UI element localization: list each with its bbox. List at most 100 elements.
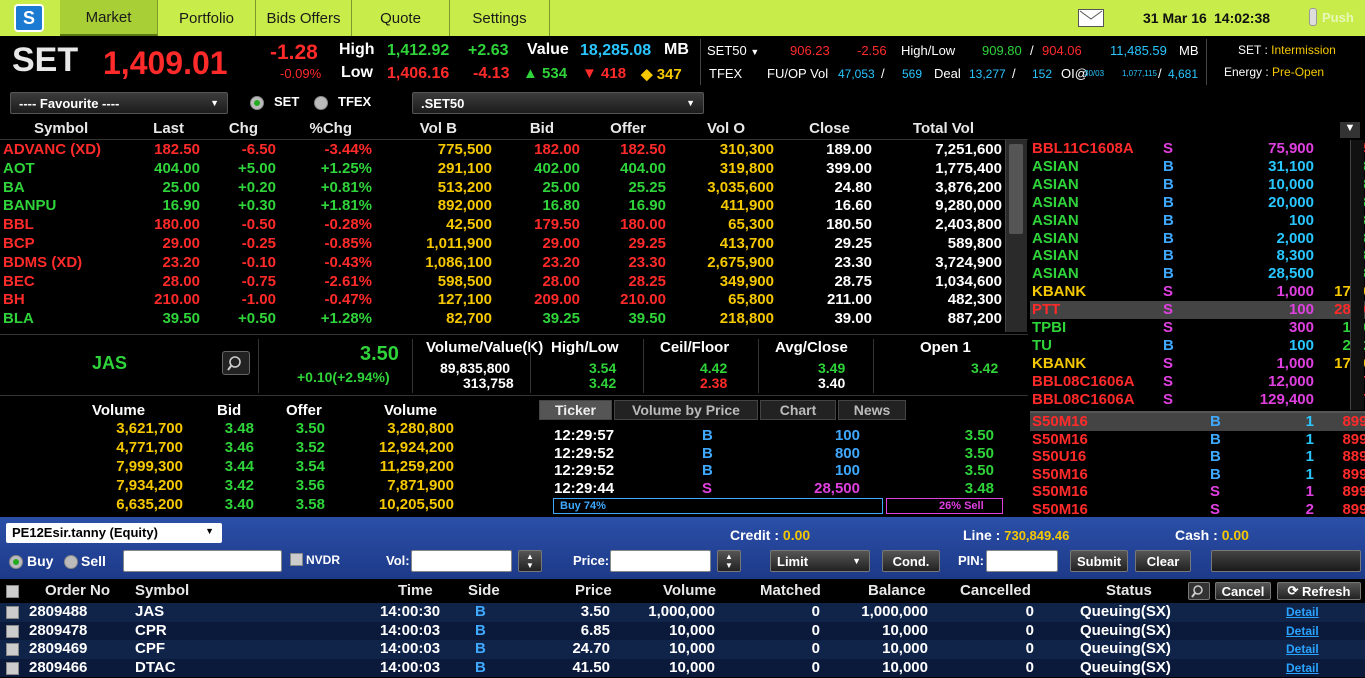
col-order-volume[interactable]: Volume (663, 582, 716, 599)
col-symbol[interactable]: Symbol (34, 120, 88, 137)
table-row[interactable]: BLA 39.50 +0.50 +1.28% 82,700 39.25 39.50 218,8… (0, 310, 1028, 329)
col-chg[interactable]: Chg (218, 120, 258, 137)
volume-stepper[interactable]: ▲ ▼ (518, 550, 542, 572)
blank-button[interactable] (1211, 550, 1361, 572)
table-row[interactable]: BBL 180.00 -0.50 -0.28% 42,500 179.50 180.00 65… (0, 216, 1028, 235)
scrollbar-thumb[interactable] (1009, 144, 1023, 234)
col-order-time[interactable]: Time (398, 582, 433, 599)
order-row[interactable]: 2809488 JAS 14:00:30 B 3.50 1,000,000 0 1,000,0… (0, 603, 1365, 622)
table-row[interactable]: BA 25.00 +0.20 +0.81% 513,200 25.00 25.25 3,035… (0, 179, 1028, 198)
cond-button[interactable]: Cond. (882, 550, 940, 572)
table-row[interactable]: BEC 28.00 -0.75 -2.61% 598,500 28.00 28.25 349,… (0, 273, 1028, 292)
offer-price: 3.58 (295, 496, 325, 513)
trade-row: ASIANB1004.86▲ (1030, 212, 1365, 230)
filter-icon[interactable]: ▼ (1340, 122, 1360, 138)
col-totalvol[interactable]: Total Vol (900, 120, 974, 137)
bid-offer-row[interactable]: 6,635,200 3.40 3.58 10,205,500 (0, 496, 534, 515)
col-pctchg[interactable]: %Chg (300, 120, 353, 137)
radio-tfex[interactable] (314, 96, 328, 110)
col-order-no[interactable]: Order No (45, 582, 110, 599)
detail-link[interactable]: Detail (1286, 624, 1319, 638)
col-order-balance[interactable]: Balance (868, 582, 926, 599)
order-checkbox[interactable] (6, 606, 19, 619)
detail-link[interactable]: Detail (1286, 661, 1319, 675)
tab-quote[interactable]: Quote (352, 0, 450, 36)
tab-volume-by-price[interactable]: Volume by Price (614, 400, 758, 420)
tab-portfolio[interactable]: Portfolio (158, 0, 256, 36)
divider (643, 339, 644, 393)
col-order-symbol[interactable]: Symbol (135, 582, 189, 599)
table-row[interactable]: BCP 29.00 -0.25 -0.85% 1,011,900 29.00 29.25 41… (0, 235, 1028, 254)
table-row[interactable]: AOT 404.00 +5.00 +1.25% 291,100 402.00 404.00 3… (0, 160, 1028, 179)
favourite-dropdown[interactable]: ---- Favourite ---- ▼ (10, 92, 228, 114)
order-checkbox[interactable] (6, 661, 19, 675)
trade-symbol: S50U16 (1032, 448, 1087, 466)
volume-input[interactable] (411, 550, 512, 572)
select-all-checkbox[interactable] (6, 585, 19, 598)
col-volo[interactable]: Vol O (700, 120, 745, 137)
chevron-down-icon: ▼ (852, 556, 861, 566)
tab-news[interactable]: News (838, 400, 906, 420)
bid-offer-row[interactable]: 3,621,700 3.48 3.50 3,280,800 (0, 420, 534, 439)
col-order-cancelled[interactable]: Cancelled (960, 582, 1031, 599)
trade-symbol: TU (1032, 336, 1052, 354)
radio-sell[interactable] (64, 555, 78, 569)
pin-input[interactable] (986, 550, 1058, 572)
col-order-matched[interactable]: Matched (760, 582, 821, 599)
search-icon[interactable] (1188, 582, 1210, 600)
oi-2: 4,681 (1168, 67, 1199, 81)
tab-ticker[interactable]: Ticker (539, 400, 612, 420)
search-icon[interactable] (222, 351, 250, 375)
order-row[interactable]: 2809478 CPR 14:00:03 B 6.85 10,000 0 10,000 0 Que… (0, 621, 1365, 640)
col-offer[interactable]: Offer (600, 120, 646, 137)
table-row[interactable]: BANPU 16.90 +0.30 +1.81% 892,000 16.80 16.90 41… (0, 197, 1028, 216)
offer-volume: 10,205,500 (378, 496, 454, 513)
order-row[interactable]: 2809466 DTAC 14:00:03 B 41.50 10,000 0 10,000 0 Q… (0, 658, 1365, 677)
detail-link[interactable]: Detail (1286, 605, 1319, 619)
detail-link[interactable]: Detail (1286, 642, 1319, 656)
set50-label[interactable]: SET50 ▼ (707, 43, 759, 58)
clear-button[interactable]: Clear (1135, 550, 1191, 572)
trade-symbol: S50M16 (1032, 430, 1088, 448)
col-last[interactable]: Last (140, 120, 184, 137)
order-type-dropdown[interactable]: Limit ▼ (770, 550, 870, 572)
row-offer: 180.00 (620, 216, 666, 234)
mail-icon[interactable] (1078, 9, 1104, 27)
tab-settings[interactable]: Settings (450, 0, 550, 36)
col-order-side[interactable]: Side (468, 582, 500, 599)
order-checkbox[interactable] (6, 643, 19, 656)
order-checkbox[interactable] (6, 624, 19, 638)
col-volb[interactable]: Vol B (407, 120, 457, 137)
radio-set[interactable] (250, 96, 264, 110)
col-close[interactable]: Close (800, 120, 850, 137)
tab-market[interactable]: Market (60, 0, 158, 36)
symbol-input[interactable] (123, 550, 282, 572)
push-toggle-icon[interactable] (1309, 8, 1317, 26)
scrollbar[interactable] (1350, 140, 1364, 410)
bid-offer-row[interactable]: 7,934,200 3.42 3.56 7,871,900 (0, 477, 534, 496)
nvdr-checkbox[interactable] (290, 553, 303, 566)
price-stepper[interactable]: ▲ ▼ (717, 550, 741, 572)
table-row[interactable]: ADVANC (XD) 182.50 -6.50 -3.44% 775,500 182.0… (0, 141, 1028, 160)
bid-offer-row[interactable]: 7,999,300 3.44 3.54 11,259,200 (0, 458, 534, 477)
col-order-price[interactable]: Price (575, 582, 612, 599)
bid-offer-row[interactable]: 4,771,700 3.46 3.52 12,924,200 (0, 439, 534, 458)
row-chg: +0.30 (238, 197, 276, 215)
table-row[interactable]: BH 210.00 -1.00 -0.47% 127,100 209.00 210.00 65… (0, 291, 1028, 310)
refresh-button[interactable]: ⟳ Refresh (1277, 582, 1361, 600)
account-dropdown[interactable]: PE12Esir.tanny (Equity) ▼ (6, 523, 222, 543)
cancel-button[interactable]: Cancel (1215, 582, 1271, 600)
scrollbar[interactable] (1005, 140, 1027, 332)
row-chg: -0.25 (241, 235, 276, 252)
list-dropdown[interactable]: .SET50 ▼ (412, 92, 704, 114)
price-input[interactable] (610, 550, 711, 572)
col-order-status[interactable]: Status (1106, 582, 1152, 599)
col-bid[interactable]: Bid (520, 120, 554, 137)
bid-price: 3.48 (224, 420, 254, 437)
radio-buy[interactable] (9, 555, 23, 569)
tab-bids-offers[interactable]: Bids Offers (256, 0, 352, 36)
table-row[interactable]: BDMS (XD) 23.20 -0.10 -0.43% 1,086,100 23.20 2… (0, 254, 1028, 273)
tab-chart[interactable]: Chart (760, 400, 836, 420)
order-row[interactable]: 2809469 CPF 14:00:03 B 24.70 10,000 0 10,000 0 Qu… (0, 640, 1365, 659)
submit-button[interactable]: Submit (1070, 550, 1128, 572)
